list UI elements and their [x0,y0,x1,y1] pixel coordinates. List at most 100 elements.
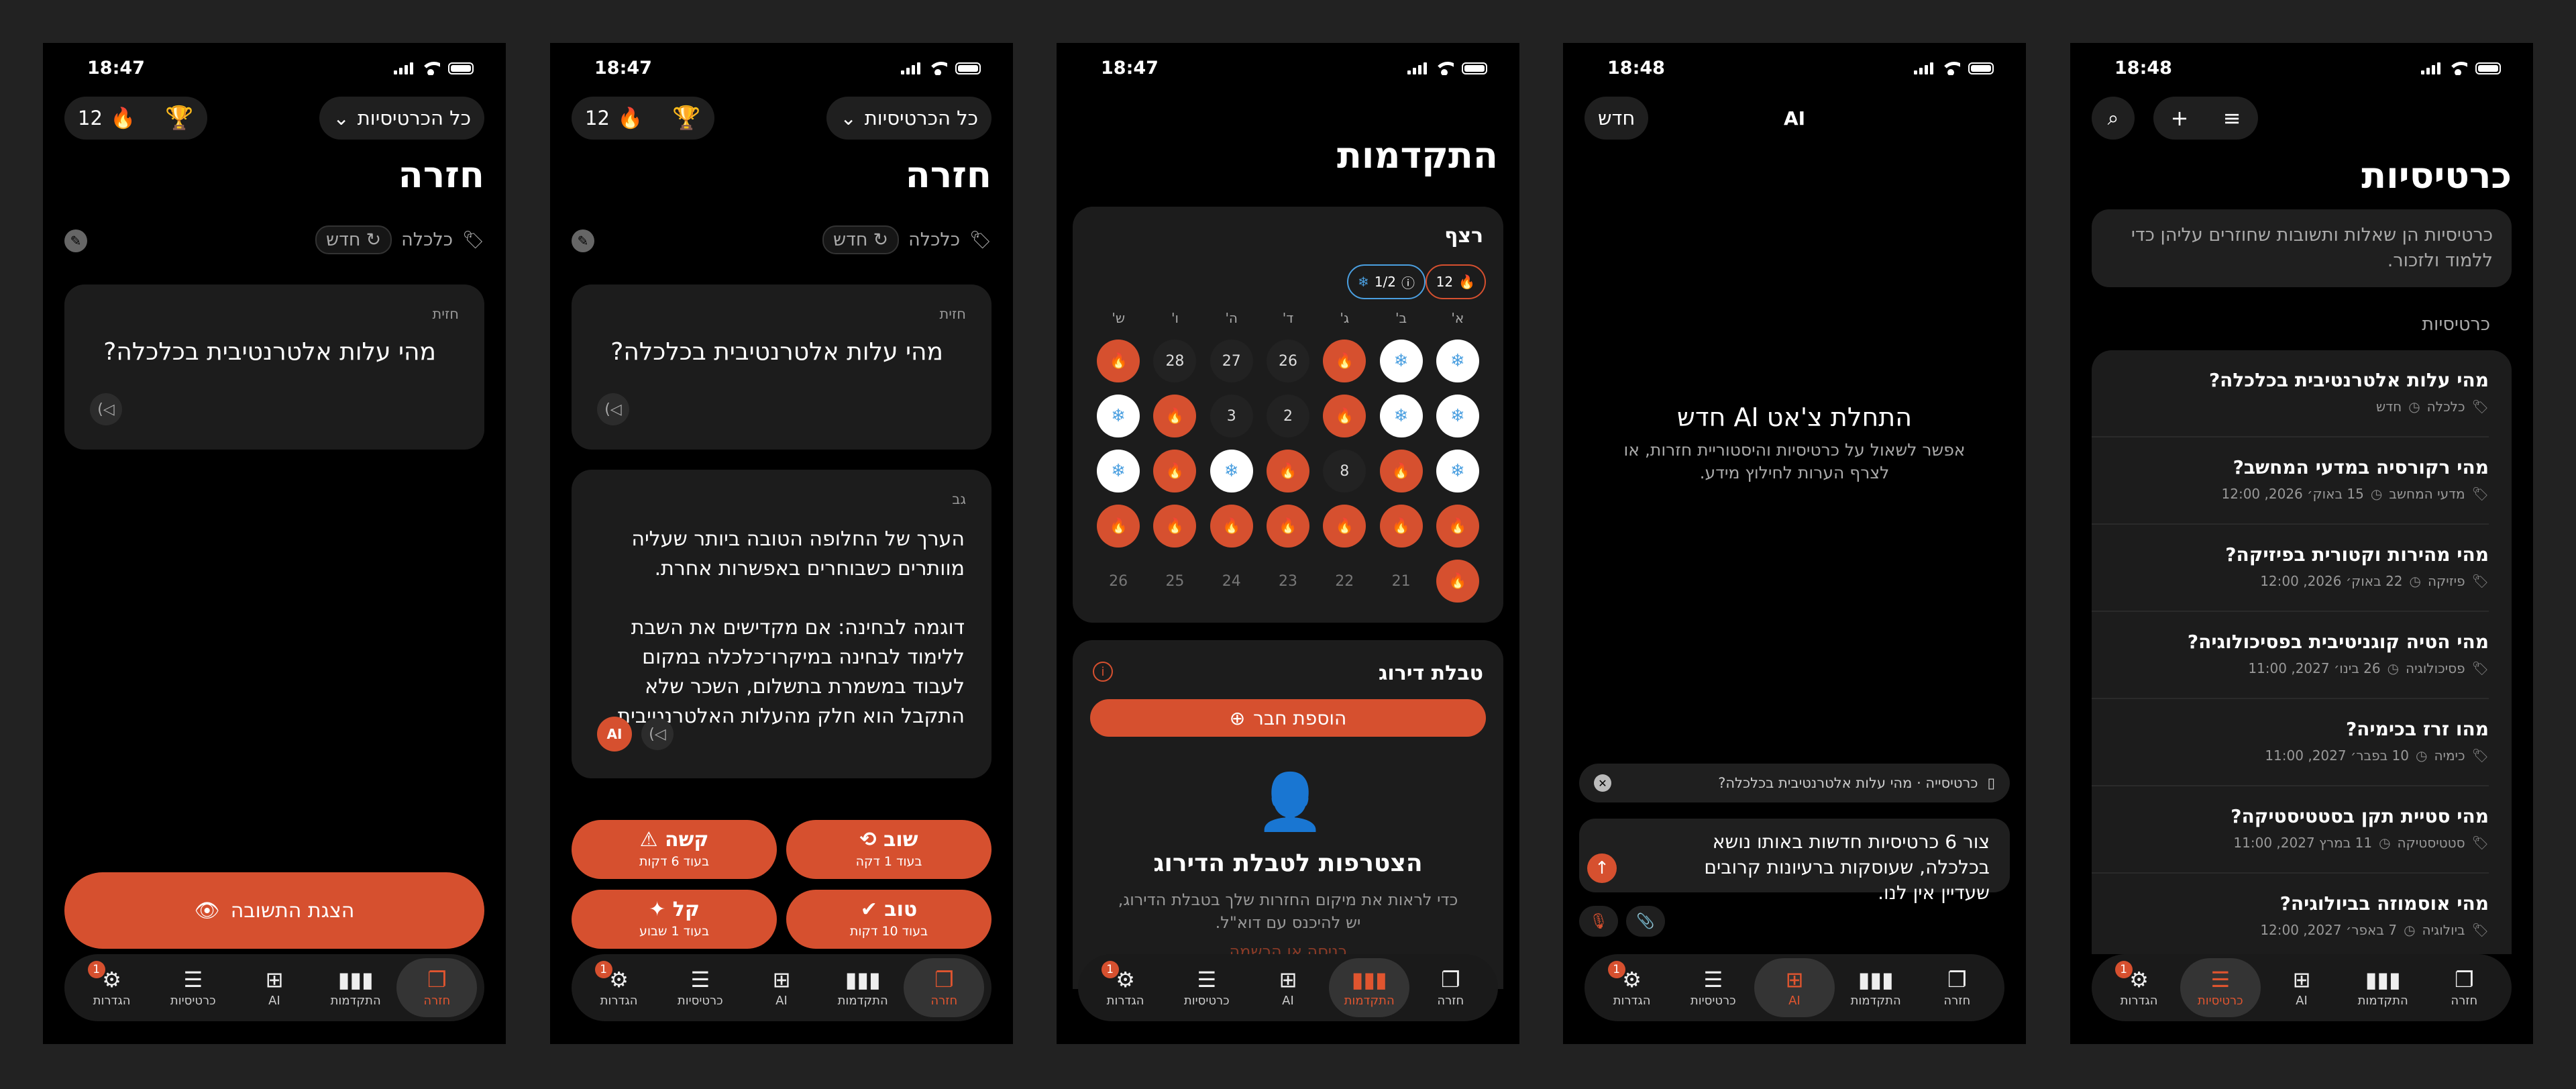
ai-explain-button[interactable]: AI [597,717,632,751]
flame-icon: 🔥 [617,106,643,130]
tab-settings-label: הגדרות [2120,993,2158,1008]
edit-icon[interactable]: ✎ [572,229,594,252]
streak-pill[interactable]: 12 🔥 🏆 [572,97,714,140]
status-icons [1407,62,1487,75]
card-list-item[interactable]: מהי הטיה קוגניטיבית בפסיכולוגיה? 🏷 פסיכולו… [2092,612,2512,699]
tab-settings[interactable]: ⚙ הגדרות 1 [72,958,152,1017]
streak-pill[interactable]: 12 🔥 🏆 [64,97,207,140]
card-due: 11 במרץ 2027, 11:00 [2233,835,2373,851]
tab-ai-label: AI [1788,993,1801,1008]
grade-again-button[interactable]: שוב ⟲ בעוד 1 דקה [786,820,991,879]
tab-review-label: חזרה [1437,993,1464,1008]
status-bar: 18:47 [550,58,1013,85]
tab-cards[interactable]: ☰ כרטיסיות [2180,958,2261,1017]
day-header: א' [1451,310,1464,326]
status-icons [901,62,981,75]
tab-progress[interactable]: ▮▮▮ התקדמות [1835,958,1916,1017]
info-banner: כרטיסיות הן שאלות ותשובות שחוזרים עליהן … [2092,209,2512,287]
answer-text: הערך של החלופה הטובה ביותר שעליה מוותרים… [610,527,965,728]
tab-ai[interactable]: ⊞ AI [1248,958,1328,1017]
grade-hard-interval: בעוד 6 דקות [639,854,710,869]
tab-ai[interactable]: ⊞ AI [234,958,315,1017]
front-label: חזית [939,306,967,322]
filter-icon[interactable]: ≡ [2223,105,2241,131]
card-tag: כלכלה [2426,399,2465,415]
tab-settings[interactable]: ⚙ הגדרות 1 [1592,958,1672,1017]
freeze-badge[interactable]: ❄ 1/2 ⓘ [1347,264,1426,299]
attach-icon[interactable]: 📎 [1626,906,1665,937]
tab-cards[interactable]: ☰ כרטיסיות [153,958,233,1017]
tab-cards[interactable]: ☰ כרטיסיות [660,958,741,1017]
tab-ai[interactable]: ⊞ AI [1754,958,1835,1017]
deck-select[interactable]: ⌄ כל הכרטיסיות [826,97,991,140]
card-question: מהי עלות אלטרנטיבית בכלכלה? [2208,369,2489,391]
freeze-day-snowflake-icon: ❄ [1436,395,1479,437]
grade-easy-button[interactable]: קל ✦ בעוד 1 שבוע [572,890,777,949]
tab-settings[interactable]: ⚙ הגדרות 1 [1085,958,1166,1017]
add-icon[interactable]: + [2171,105,2189,131]
tag-label[interactable]: כלכלה [908,229,960,250]
card-list-item[interactable]: מהי רקורסיה במדעי המחשב? 🏷 מדעי המחשב ◷ 15 ב… [2092,437,2512,525]
card-list-item[interactable]: מהי מהירות וקטורית בפיזיקה? 🏷 פיזיקה ◷ 22 בא… [2092,525,2512,612]
cards-icon: ❐ [1947,966,1967,992]
card-list-item[interactable]: מהו זרז בכימיה? 🏷 כימיה ◷ 10 בפבר׳ 2027, 11:… [2092,699,2512,786]
tab-progress[interactable]: ▮▮▮ התקדמות [1329,958,1410,1017]
trophy-icon[interactable]: 🏆 [165,105,193,132]
tab-review[interactable]: ❐ חזרה [1410,958,1491,1017]
play-audio-icon[interactable]: ◁) [90,393,122,425]
tab-review[interactable]: ❐ חזרה [1917,958,1997,1017]
tab-review[interactable]: ❐ חזרה [904,958,985,1017]
page-title: חזרה [905,154,991,196]
message-input[interactable]: צור 6 כרטיסיות חדשות באותו נושא בכלכלה, … [1579,819,2010,904]
card-list-item[interactable]: מהי עלות אלטרנטיבית בכלכלה? 🏷 כלכלה ◷ חדש [2092,350,2512,437]
deck-select-label: כל הכרטיסיות [357,107,471,129]
tab-bar: ⚙ הגדרות 1 ☰ כרטיסיות ⊞ AI ▮▮▮ התקדמות ❐ חזרה [64,954,484,1021]
tab-cards-label: כרטיסיות [1690,993,1736,1008]
grade-hard-button[interactable]: קשה ⚠ בעוד 6 דקות [572,820,777,879]
tab-review[interactable]: ❐ חזרה [2424,958,2504,1017]
send-button[interactable]: ↑ [1587,853,1617,883]
tab-settings[interactable]: ⚙ הגדרות 1 [2099,958,2180,1017]
tab-progress[interactable]: ▮▮▮ התקדמות [2343,958,2423,1017]
tab-ai-label: AI [2296,993,2308,1008]
tag-label[interactable]: כלכלה [401,229,453,250]
microphone-icon[interactable]: 🎙 [1579,906,1618,937]
stack-icon: ☰ [2210,966,2231,992]
tab-ai[interactable]: ⊞ AI [741,958,822,1017]
tab-cards[interactable]: ☰ כרטיסיות [1167,958,1247,1017]
tab-progress[interactable]: ▮▮▮ התקדמות [822,958,903,1017]
trophy-icon[interactable]: 🏆 [672,105,700,132]
add-friend-button[interactable]: הוספת חבר ⊕ [1090,699,1486,737]
info-icon[interactable]: i [1093,662,1113,682]
join-title: הצטרפות לטבלת הדירוג [1153,849,1423,877]
grade-good-button[interactable]: טוב ✔ בעוד 10 דקות [786,890,991,949]
remove-context-icon[interactable]: ✕ [1594,774,1611,792]
front-label: חזית [432,306,460,322]
tab-bar: ⚙ הגדרות 1 ☰ כרטיסיות ⊞ AI ▮▮▮ התקדמות ❐ חזרה [2092,954,2512,1021]
play-audio-icon[interactable]: ◁) [641,718,674,750]
section-header: כרטיסיות [2422,314,2490,335]
search-icon[interactable]: ⌕ [2092,97,2135,140]
card-list-item[interactable]: מהי סטיית תקן בסטטיסטיקה? 🏷 סטטיסטיקה ◷ 11 ב… [2092,786,2512,874]
streak-day-flame-icon: 🔥 [1267,505,1310,548]
chart-icon: ▮▮▮ [1858,966,1894,992]
streak-day-flame-icon: 🔥 [1323,395,1366,437]
tab-ai[interactable]: ⊞ AI [2261,958,2342,1017]
tab-progress[interactable]: ▮▮▮ התקדמות [315,958,396,1017]
refresh-icon: ↻ [873,229,889,250]
tab-review[interactable]: ❐ חזרה [396,958,478,1017]
chart-icon: ▮▮▮ [1351,966,1387,992]
clock: 18:47 [1101,58,1159,79]
snowflake-icon: ❄ [1358,274,1369,290]
deck-select[interactable]: ⌄ כל הכרטיסיות [319,97,484,140]
edit-icon[interactable]: ✎ [64,229,87,252]
card-list-item[interactable]: מהי אוסמוזה בביולוגיה? 🏷 ביולוגיה ◷ 7 באפר׳ … [2092,874,2512,954]
ai-icon: ⊞ [1785,966,1804,992]
chevron-down-icon: ⌄ [333,107,350,129]
show-answer-button[interactable]: הצגת התשובה 👁 [64,872,484,949]
play-audio-icon[interactable]: ◁) [597,393,629,425]
tab-cards[interactable]: ☰ כרטיסיות [1673,958,1754,1017]
tab-settings[interactable]: ⚙ הגדרות 1 [579,958,659,1017]
refresh-icon: ↻ [366,229,382,250]
chevron-down-icon: ⌄ [840,107,857,129]
